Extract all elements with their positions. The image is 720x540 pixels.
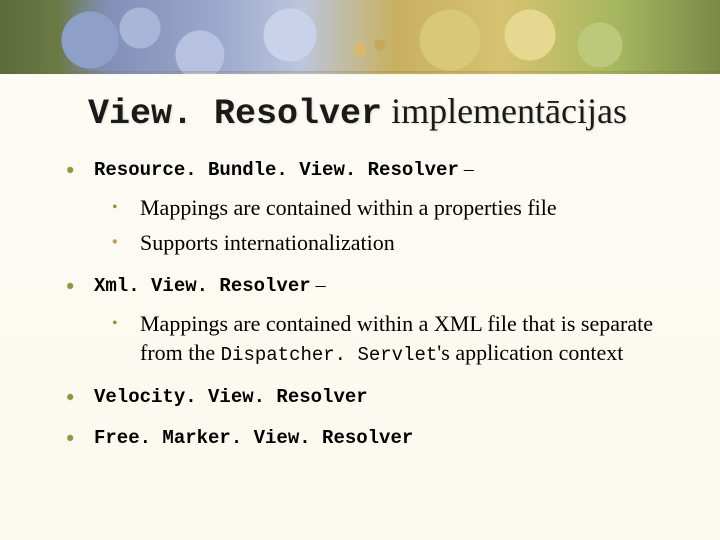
list-item: Xml. View. Resolver – • Mappings are con… xyxy=(60,272,670,369)
sub-item-text: Mappings are contained within a XML file… xyxy=(140,311,653,366)
title-rest: implementācijas xyxy=(382,91,627,131)
list-item: Velocity. View. Resolver xyxy=(60,383,670,410)
bullet-icon: • xyxy=(112,313,118,335)
title-code: View. Resolver xyxy=(88,94,382,134)
sub-item-text: Mappings are contained within a properti… xyxy=(140,195,557,220)
item-suffix: – xyxy=(311,274,326,296)
item-code: Velocity. View. Resolver xyxy=(94,386,368,408)
bullet-icon: • xyxy=(112,232,118,254)
slide-title: View. Resolver implementācijas xyxy=(88,90,670,134)
sub-item-text: Supports internationalization xyxy=(140,230,395,255)
sub-text-code: Dispatcher. Servlet xyxy=(221,344,438,366)
sub-text-post: 's application context xyxy=(437,340,623,365)
bullet-list: Resource. Bundle. View. Resolver – • Map… xyxy=(60,156,670,450)
list-item: Free. Marker. View. Resolver xyxy=(60,424,670,451)
sub-item: • Mappings are contained within a proper… xyxy=(112,193,670,223)
decorative-banner xyxy=(0,0,720,74)
item-code: Xml. View. Resolver xyxy=(94,275,311,297)
sub-list: • Mappings are contained within a proper… xyxy=(112,193,670,258)
bullet-icon: • xyxy=(112,197,118,219)
item-code: Free. Marker. View. Resolver xyxy=(94,427,413,449)
list-item: Resource. Bundle. View. Resolver – • Map… xyxy=(60,156,670,258)
item-code: Resource. Bundle. View. Resolver xyxy=(94,159,459,181)
sub-item: • Supports internationalization xyxy=(112,228,670,258)
sub-list: • Mappings are contained within a XML fi… xyxy=(112,309,670,369)
slide-content: View. Resolver implementācijas Resource.… xyxy=(0,90,720,464)
sub-item: • Mappings are contained within a XML fi… xyxy=(112,309,670,369)
item-suffix: – xyxy=(459,158,474,180)
slide: View. Resolver implementācijas Resource.… xyxy=(0,0,720,540)
